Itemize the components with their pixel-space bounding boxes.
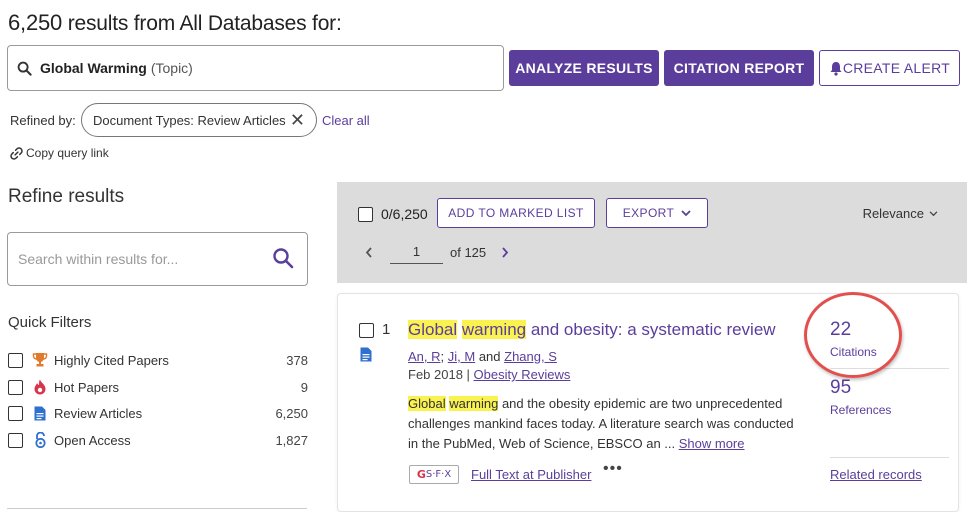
total-pages: of 125 <box>450 244 487 260</box>
sort-dropdown[interactable]: Relevance <box>863 206 938 221</box>
link-icon <box>10 146 23 160</box>
pagination: 1 of 125 <box>365 238 509 266</box>
search-icon[interactable] <box>272 247 294 269</box>
refinement-chip[interactable]: Document Types: Review Articles ✕ <box>81 103 317 137</box>
query-display-field[interactable]: Global Warming (Topic) <box>7 45 504 91</box>
sfx-button[interactable]: G S·F·X <box>409 465 459 484</box>
document-icon <box>360 347 372 367</box>
trophy-icon <box>30 351 50 369</box>
author-separator: and <box>475 349 505 364</box>
copy-query-link[interactable]: Copy query link <box>10 146 109 160</box>
select-all-checkbox[interactable] <box>358 206 373 222</box>
author-link[interactable]: Ji, M <box>448 349 475 364</box>
quick-filter-count: 1,827 <box>275 432 308 448</box>
refined-by-label: Refined by: <box>10 113 76 128</box>
references-label[interactable]: References <box>830 403 891 417</box>
highlight-term: warming <box>449 396 499 411</box>
quick-filter-label: Open Access <box>54 432 131 448</box>
search-within-placeholder: Search within results for... <box>18 251 179 267</box>
quick-filter-hot-papers[interactable]: Hot Papers 9 <box>8 377 308 397</box>
refinement-chip-label: Document Types: Review Articles <box>93 112 286 128</box>
query-term: Global Warming <box>40 60 147 76</box>
annotation-circle <box>804 292 902 378</box>
divider <box>830 457 949 458</box>
search-within-input[interactable]: Search within results for... <box>7 232 308 286</box>
copy-query-link-label: Copy query link <box>26 146 109 160</box>
highlight-term: warming <box>461 320 527 339</box>
create-alert-button[interactable]: CREATE ALERT <box>819 50 960 86</box>
record-title-link[interactable]: Global warming and obesity: a systematic… <box>408 320 776 340</box>
refine-results-heading: Refine results <box>8 186 125 207</box>
quick-filter-count: 378 <box>286 352 308 368</box>
chevron-down-icon <box>929 210 938 216</box>
quick-filter-highly-cited[interactable]: Highly Cited Papers 378 <box>8 350 308 370</box>
selected-count: 0/6,250 <box>381 206 428 222</box>
flame-icon <box>30 378 50 396</box>
query-field: (Topic) <box>150 60 193 76</box>
record-authors: An, R; Ji, M and Zhang, S <box>408 349 557 364</box>
related-records-link[interactable]: Related records <box>830 467 922 482</box>
quick-filter-count: 6,250 <box>275 405 308 421</box>
chevron-left-icon[interactable] <box>365 246 373 258</box>
checkbox[interactable] <box>8 432 23 448</box>
sort-value: Relevance <box>862 206 924 221</box>
author-link[interactable]: An, R <box>408 349 441 364</box>
checkbox[interactable] <box>8 379 23 395</box>
record-title-rest: and obesity: a systematic review <box>526 320 776 339</box>
results-count-suffix: results from All Databases for: <box>62 12 342 35</box>
more-options-icon[interactable]: ••• <box>603 460 623 478</box>
journal-link[interactable]: Obesity Reviews <box>474 367 571 382</box>
clear-all-link[interactable]: Clear all <box>322 113 370 128</box>
document-icon <box>30 404 50 422</box>
sidebar-divider <box>7 508 307 509</box>
record-checkbox[interactable] <box>359 323 374 338</box>
record-publication: Feb 2018 | Obesity Reviews <box>408 367 570 382</box>
show-more-link[interactable]: Show more <box>679 436 745 451</box>
record-index: 1 <box>382 321 391 338</box>
select-all[interactable]: 0/6,250 <box>358 206 428 222</box>
quick-filter-count: 9 <box>300 379 308 395</box>
checkbox[interactable] <box>8 405 23 421</box>
results-toolbar: 0/6,250 ADD TO MARKED LIST EXPORT Releva… <box>337 182 967 283</box>
chevron-right-icon[interactable] <box>501 246 509 258</box>
references-count[interactable]: 95 <box>830 377 851 399</box>
sfx-label: S·F·X <box>425 469 452 480</box>
create-alert-label: CREATE ALERT <box>842 60 951 76</box>
citation-report-button[interactable]: CITATION REPORT <box>664 50 814 86</box>
add-to-marked-list-button[interactable]: ADD TO MARKED LIST <box>437 198 595 228</box>
record-abstract: Global warming and the obesity epidemic … <box>408 394 803 454</box>
publication-date: Feb 2018 | <box>408 367 474 382</box>
author-link[interactable]: Zhang, S <box>504 349 557 364</box>
checkbox[interactable] <box>8 352 23 368</box>
results-count-heading: 6,250 results from All Databases for: <box>8 10 342 36</box>
quick-filter-open-access[interactable]: Open Access 1,827 <box>8 430 308 450</box>
quick-filter-label: Highly Cited Papers <box>54 352 169 368</box>
highlight-term: Global <box>408 320 458 339</box>
quick-filter-label: Hot Papers <box>54 379 120 395</box>
search-icon <box>17 61 32 76</box>
results-count: 6,250 <box>8 10 63 35</box>
quick-filters-heading: Quick Filters <box>8 314 92 331</box>
open-lock-icon <box>30 431 50 449</box>
analyze-results-button[interactable]: ANALYZE RESULTS <box>509 50 659 86</box>
chevron-down-icon <box>681 209 691 216</box>
export-button[interactable]: EXPORT <box>606 198 708 228</box>
bell-icon <box>830 61 842 76</box>
page-number-input[interactable]: 1 <box>390 240 443 264</box>
export-label: EXPORT <box>622 206 675 220</box>
quick-filter-review-articles[interactable]: Review Articles 6,250 <box>8 403 308 423</box>
close-icon[interactable]: ✕ <box>290 110 305 131</box>
highlight-term: Global <box>408 396 446 411</box>
full-text-link[interactable]: Full Text at Publisher <box>471 467 591 482</box>
quick-filter-label: Review Articles <box>54 405 143 421</box>
